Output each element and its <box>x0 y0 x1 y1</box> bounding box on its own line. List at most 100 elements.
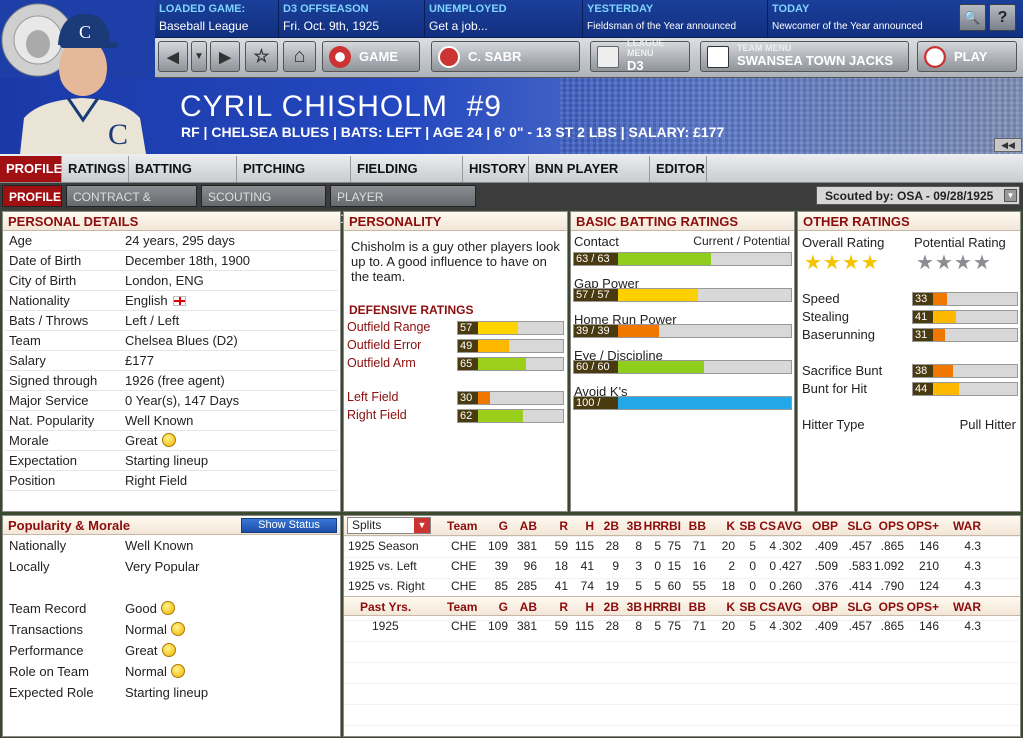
stats-past-column-header[interactable]: CS <box>759 600 776 614</box>
stats-column-header[interactable]: H <box>585 519 594 533</box>
personal-row: Nat. Popularity Well Known <box>5 411 338 431</box>
collapse-header-button[interactable]: ◀◀ <box>994 138 1022 152</box>
favorite-star-icon[interactable]: ☆ <box>245 41 278 72</box>
tab-history[interactable]: HISTORY <box>463 156 529 182</box>
stats-past-column-header[interactable]: K <box>726 600 735 614</box>
stats-cell: .376 <box>814 579 838 593</box>
job-cell[interactable]: UNEMPLOYED Get a job... <box>424 0 584 38</box>
show-status-button[interactable]: Show Status <box>241 518 337 533</box>
history-dropdown-button[interactable]: ▼ <box>191 41 207 72</box>
stats-column-header[interactable]: 3B <box>627 519 642 533</box>
stats-column-header[interactable]: R <box>559 519 568 533</box>
stats-column-header[interactable]: 2B <box>604 519 619 533</box>
subtab-scouting-reports[interactable]: SCOUTING REPORTS <box>201 185 326 226</box>
stats-cell: 4 <box>769 539 776 553</box>
stats-column-header[interactable]: AVG <box>777 519 802 533</box>
team-menu-button[interactable]: TEAM MENU SWANSEA TOWN JACKS <box>700 41 909 72</box>
tab-batting-stats[interactable]: BATTING STATS <box>129 156 237 202</box>
stats-past-column-header[interactable]: G <box>499 600 508 614</box>
stats-column-header[interactable]: OBP <box>812 519 838 533</box>
personal-row-value-text: London, ENG <box>125 273 204 288</box>
help-icon[interactable]: ? <box>989 4 1016 31</box>
stats-column-header[interactable]: OPS+ <box>907 519 939 533</box>
stats-past-column-header[interactable]: BB <box>689 600 706 614</box>
stats-past-column-header[interactable]: 3B <box>627 600 642 614</box>
stats-past-column-header[interactable]: H <box>585 600 594 614</box>
svg-text:C: C <box>79 22 91 42</box>
stats-past-column-header[interactable]: SB <box>739 600 756 614</box>
stats-cell: 74 <box>580 579 594 593</box>
tab-ratings[interactable]: RATINGS <box>62 156 129 182</box>
stats-column-header[interactable]: RBI <box>660 519 681 533</box>
stats-cell: 20 <box>721 619 735 633</box>
popularity-row: Locally Very Popular <box>5 557 338 577</box>
forward-button[interactable]: ▶ <box>210 41 240 72</box>
stats-past-column-header[interactable]: AB <box>520 600 537 614</box>
popularity-row-key: Transactions <box>9 622 83 637</box>
stats-row-label: 1925 vs. Left <box>348 559 417 573</box>
subtab-contract-status[interactable]: CONTRACT & STATUS <box>66 185 197 226</box>
stats-column-header[interactable]: SLG <box>847 519 872 533</box>
stats-row[interactable]: 1925 vs. Left CHE 39 96 18 41 9 3 0 15 16 2 0 0.427.5… <box>344 556 1020 576</box>
today-cell[interactable]: TODAY Newcomer of the Year announced <box>767 0 957 38</box>
loaded-game-cell[interactable]: LOADED GAME: Baseball League <box>155 0 280 38</box>
play-button[interactable]: PLAY <box>917 41 1017 72</box>
stats-column-header[interactable]: G <box>499 519 508 533</box>
personal-row-key: City of Birth <box>9 273 77 288</box>
stats-column-header[interactable]: SB <box>739 519 756 533</box>
stats-column-header[interactable]: BB <box>689 519 706 533</box>
season-cell[interactable]: D3 OFFSEASON Fri. Oct. 9th, 1925 <box>278 0 428 38</box>
manager-button[interactable]: C. SABR <box>431 41 580 72</box>
stats-row[interactable]: 1925 vs. Right CHE 85 285 41 74 19 5 5 60 55 18 0 0.2… <box>344 576 1020 596</box>
yesterday-cell[interactable]: YESTERDAY Fieldsman of the Year announce… <box>582 0 767 38</box>
tab-pitching-stats[interactable]: PITCHING STATS <box>237 156 351 202</box>
stats-past-column-header[interactable]: OPS <box>879 600 904 614</box>
personal-row-key: Bats / Throws <box>9 313 89 328</box>
stats-past-column-header[interactable]: RBI <box>660 600 681 614</box>
play-button-label: PLAY <box>954 49 988 64</box>
loaded-game-label: LOADED GAME: <box>159 3 246 15</box>
stats-column-header[interactable]: HR <box>644 519 661 533</box>
stats-past-column-header[interactable]: HR <box>644 600 661 614</box>
personal-row-value-text: Starting lineup <box>125 453 209 468</box>
smiley-icon <box>160 601 175 615</box>
stats-past-column-header[interactable]: AVG <box>777 600 802 614</box>
personal-details-title: PERSONAL DETAILS <box>3 212 340 231</box>
other-rating-bar: 38 <box>912 364 1018 378</box>
stats-column-header[interactable]: OPS <box>879 519 904 533</box>
stats-past-column-header[interactable]: R <box>559 600 568 614</box>
stats-past-column-header[interactable]: OPS+ <box>907 600 939 614</box>
splits-dropdown[interactable]: Splits ▼ <box>347 517 431 534</box>
game-button[interactable]: GAME <box>322 41 420 72</box>
stats-past-column-header[interactable]: Team <box>447 600 477 614</box>
stats-cell: 146 <box>918 539 939 553</box>
stats-past-column-header[interactable]: WAR <box>953 600 981 614</box>
personality-text: Chisholm is a guy other players look up … <box>351 239 560 284</box>
stats-past-column-header[interactable]: SLG <box>847 600 872 614</box>
league-menu-button[interactable]: LEAGUE MENU D3 <box>590 39 690 73</box>
home-icon[interactable]: ⌂ <box>283 41 316 72</box>
stats-row[interactable]: 1925 CHE 109 381 59 115 28 8 5 75 71 20 5 4.302.409.4… <box>344 616 1020 636</box>
stats-column-header[interactable]: Team <box>447 519 477 533</box>
search-icon[interactable]: 🔍 <box>959 4 986 31</box>
other-rating-bar: 31 <box>912 328 1018 342</box>
stats-column-header[interactable]: CS <box>759 519 776 533</box>
tab-fielding-stats[interactable]: FIELDING STATS <box>351 156 463 202</box>
scouted-by-dropdown[interactable]: Scouted by: OSA - 09/28/1925 ▼ <box>816 186 1020 205</box>
stats-column-header[interactable]: K <box>726 519 735 533</box>
stats-cell: 39 <box>494 559 508 573</box>
back-button[interactable]: ◀ <box>158 41 188 72</box>
tab-profile[interactable]: PROFILE <box>0 156 62 182</box>
stats-cell: 210 <box>918 559 939 573</box>
tab-editor[interactable]: EDITOR <box>650 156 707 182</box>
popularity-row-key: Role on Team <box>9 664 89 679</box>
subtab-profile[interactable]: PROFILE <box>2 185 62 207</box>
player-photo-lower: C <box>0 78 165 154</box>
stats-past-column-header[interactable]: 2B <box>604 600 619 614</box>
stats-row[interactable]: 1925 Season CHE 109 381 59 115 28 8 5 75 71 20 5 4.30… <box>344 536 1020 556</box>
subtab-player-development[interactable]: PLAYER DEVELOPMENT <box>330 185 476 226</box>
stats-past-column-header[interactable]: OBP <box>812 600 838 614</box>
stats-column-header[interactable]: WAR <box>953 519 981 533</box>
tab-bnn-player-page[interactable]: BNN PLAYER PAGE <box>529 156 650 202</box>
stats-column-header[interactable]: AB <box>520 519 537 533</box>
